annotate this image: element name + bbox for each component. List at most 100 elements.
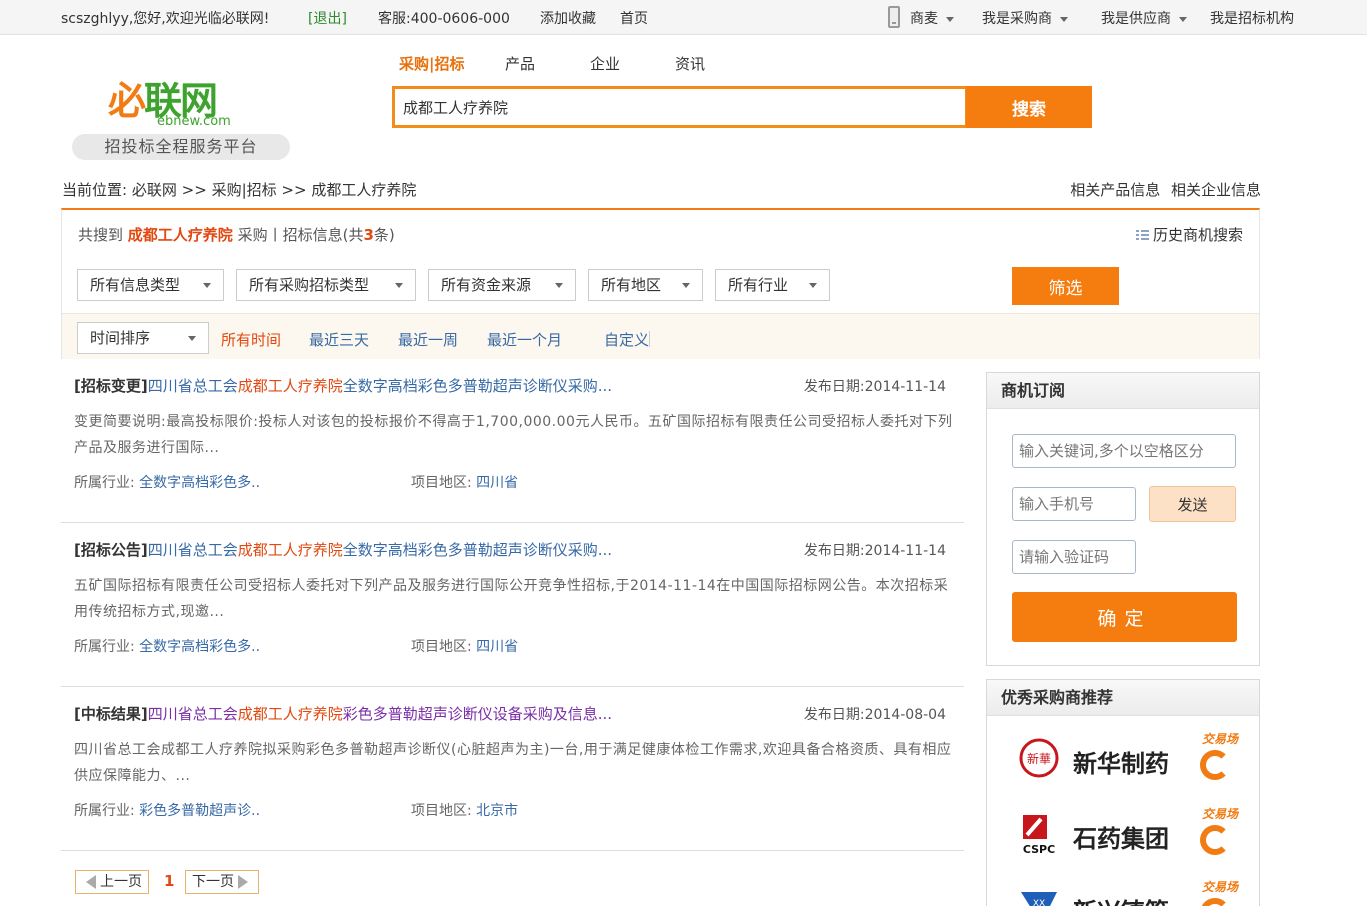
select-industry[interactable]: 所有行业 (715, 269, 830, 301)
xinhua-logo-icon: 新華 (1019, 738, 1059, 778)
select-region[interactable]: 所有地区 (588, 269, 703, 301)
menu-shangmai[interactable]: 商麦 (910, 8, 954, 28)
date-label: 发布日期: (803, 543, 865, 559)
tab-companies[interactable]: 企业 (590, 53, 620, 74)
region-label: 项目地区: (411, 475, 472, 491)
result-item: [中标结果]四川省总工会成都工人疗养院彩色多普勒超声诊断仪设备采购及信息... … (61, 687, 964, 851)
menu-label: 商麦 (910, 11, 938, 27)
breadcrumb-item-home[interactable]: 必联网 (132, 181, 177, 199)
confirm-button[interactable]: 确定 (1012, 592, 1237, 642)
filter-button[interactable]: 筛选 (1012, 267, 1119, 305)
recommend-item[interactable]: CSPC 石药集团 交易场 (1013, 805, 1238, 861)
recommend-box: 优秀采购商推荐 新華 新华制药 交易场 CSPC 石药集团 交易场 XX 新兴铸… (986, 679, 1260, 906)
site-logo[interactable]: 必联网 ebnew.com 招投标全程服务平台 (72, 60, 290, 160)
add-favorite-link[interactable]: 添加收藏 (540, 8, 596, 28)
search-input[interactable] (395, 89, 965, 125)
region-link[interactable]: 四川省 (476, 639, 518, 655)
select-info-type[interactable]: 所有信息类型 (77, 269, 224, 301)
customer-service-text: 客服:400-0606-000 (378, 11, 510, 27)
related-companies-link[interactable]: 相关企业信息 (1171, 181, 1261, 199)
region-link[interactable]: 北京市 (476, 803, 518, 819)
result-title-b: 全数字高档彩色多普勒超声诊断仪采购... (342, 377, 613, 395)
result-date: 发布日期:2014-08-04 (804, 704, 946, 724)
result-date: 发布日期:2014-11-14 (804, 540, 946, 560)
result-type: [招标公告] (74, 541, 148, 559)
select-label: 所有地区 (601, 276, 662, 294)
result-title-link[interactable]: [招标公告]四川省总工会成都工人疗养院全数字高档彩色多普勒超声诊断仪采购... (74, 539, 612, 560)
next-page-button[interactable]: 下一页 (185, 870, 259, 894)
recommend-item[interactable]: 新華 新华制药 交易场 (1013, 730, 1238, 786)
tab-products[interactable]: 产品 (505, 53, 535, 74)
recommend-tag: 交易场 (1201, 880, 1238, 894)
related-links: 相关产品信息 相关企业信息 (1070, 179, 1261, 200)
region-label: 项目地区: (411, 639, 472, 655)
industry-label: 所属行业: (74, 803, 135, 819)
recommend-tag: 交易场 (1201, 807, 1238, 821)
time-option-month[interactable]: 最近一个月 (487, 329, 562, 350)
result-region: 项目地区: 北京市 (411, 800, 518, 820)
result-title-link[interactable]: [招标变更]四川省总工会成都工人疗养院全数字高档彩色多普勒超声诊断仪采购... (74, 375, 612, 396)
tab-news[interactable]: 资讯 (675, 53, 705, 74)
date-value: 2014-08-04 (864, 707, 946, 723)
subscribe-box: 商机订阅 发送 确定 (986, 372, 1260, 666)
menu-label: 我是采购商 (982, 11, 1052, 27)
mobile-phone-icon (888, 6, 900, 28)
date-value: 2014-11-14 (864, 543, 946, 559)
subscribe-keyword-input[interactable] (1012, 434, 1236, 468)
chevron-down-icon (946, 16, 954, 22)
divider (649, 331, 650, 347)
region-label: 项目地区: (411, 803, 472, 819)
menu-tender-agency[interactable]: 我是招标机构 (1210, 8, 1294, 28)
menu-supplier[interactable]: 我是供应商 (1101, 8, 1187, 28)
top-bar: scszghlyy,您好,欢迎光临必联网! [退出] 客服:400-0606-0… (0, 0, 1367, 35)
verification-code-input[interactable] (1012, 540, 1136, 574)
tab-procurement[interactable]: 采购|招标 (399, 53, 464, 74)
result-item: [招标变更]四川省总工会成都工人疗养院全数字高档彩色多普勒超声诊断仪采购... … (61, 359, 964, 523)
select-label: 所有行业 (728, 276, 789, 294)
related-products-link[interactable]: 相关产品信息 (1070, 181, 1160, 199)
industry-link[interactable]: 全数字高档彩色多.. (139, 475, 260, 491)
select-fund-source[interactable]: 所有资金来源 (428, 269, 576, 301)
industry-link[interactable]: 全数字高档彩色多.. (139, 639, 260, 655)
result-industry: 所属行业: 彩色多普勒超声诊.. (74, 800, 260, 820)
time-option-3days[interactable]: 最近三天 (309, 329, 369, 350)
prev-page-button[interactable]: 上一页 (75, 870, 149, 894)
result-summary: 共搜到 成都工人疗养院 采购丨招标信息(共3条) (78, 224, 395, 245)
logo-tagline: 招投标全程服务平台 (72, 134, 290, 160)
select-time-sort[interactable]: 时间排序 (77, 322, 209, 354)
breadcrumb-item-procurement[interactable]: 采购|招标 (212, 181, 277, 199)
recommend-item[interactable]: XX 新兴铸管 交易场 (1013, 878, 1238, 906)
chevron-down-icon (1060, 16, 1068, 22)
select-procurement-type[interactable]: 所有采购招标类型 (236, 269, 416, 301)
result-title-highlight: 成都工人疗养院 (237, 541, 343, 559)
recommend-title: 优秀采购商推荐 (987, 680, 1259, 716)
svg-text:CSPC: CSPC (1023, 843, 1055, 855)
industry-link[interactable]: 彩色多普勒超声诊.. (139, 803, 260, 819)
chevron-down-icon (1179, 16, 1187, 22)
menu-buyer[interactable]: 我是采购商 (982, 8, 1068, 28)
time-option-all[interactable]: 所有时间 (221, 329, 281, 350)
swirl-icon (1200, 750, 1230, 780)
page-number-1[interactable]: 1 (164, 872, 174, 890)
search-button[interactable]: 搜索 (966, 86, 1092, 128)
time-option-custom[interactable]: 自定义 (604, 329, 649, 350)
result-industry: 所属行业: 全数字高档彩色多.. (74, 472, 260, 492)
result-title-a: 四川省总工会 (147, 541, 238, 559)
result-description: 变更简要说明:最高投标限价:投标人对该包的投标报价不得高于1,700,000.0… (74, 414, 953, 456)
region-link[interactable]: 四川省 (476, 475, 518, 491)
time-option-week[interactable]: 最近一周 (398, 329, 458, 350)
home-link[interactable]: 首页 (620, 8, 648, 28)
search-box (392, 86, 968, 128)
select-label: 所有采购招标类型 (249, 276, 370, 294)
history-search-link[interactable]: 历史商机搜索 (1135, 224, 1243, 245)
subscribe-phone-input[interactable] (1012, 487, 1136, 521)
recommend-name: 新兴铸管 (1073, 892, 1169, 906)
recommend-name: 新华制药 (1073, 750, 1169, 778)
select-label: 所有信息类型 (90, 276, 181, 294)
logout-link[interactable]: [退出] (308, 8, 347, 28)
cspc-logo-icon: CSPC (1023, 815, 1055, 855)
summary-count: 3 (363, 226, 374, 244)
send-code-button[interactable]: 发送 (1149, 486, 1236, 522)
result-title-link[interactable]: [中标结果]四川省总工会成都工人疗养院彩色多普勒超声诊断仪设备采购及信息... (74, 703, 612, 724)
select-label: 所有资金来源 (441, 276, 532, 294)
